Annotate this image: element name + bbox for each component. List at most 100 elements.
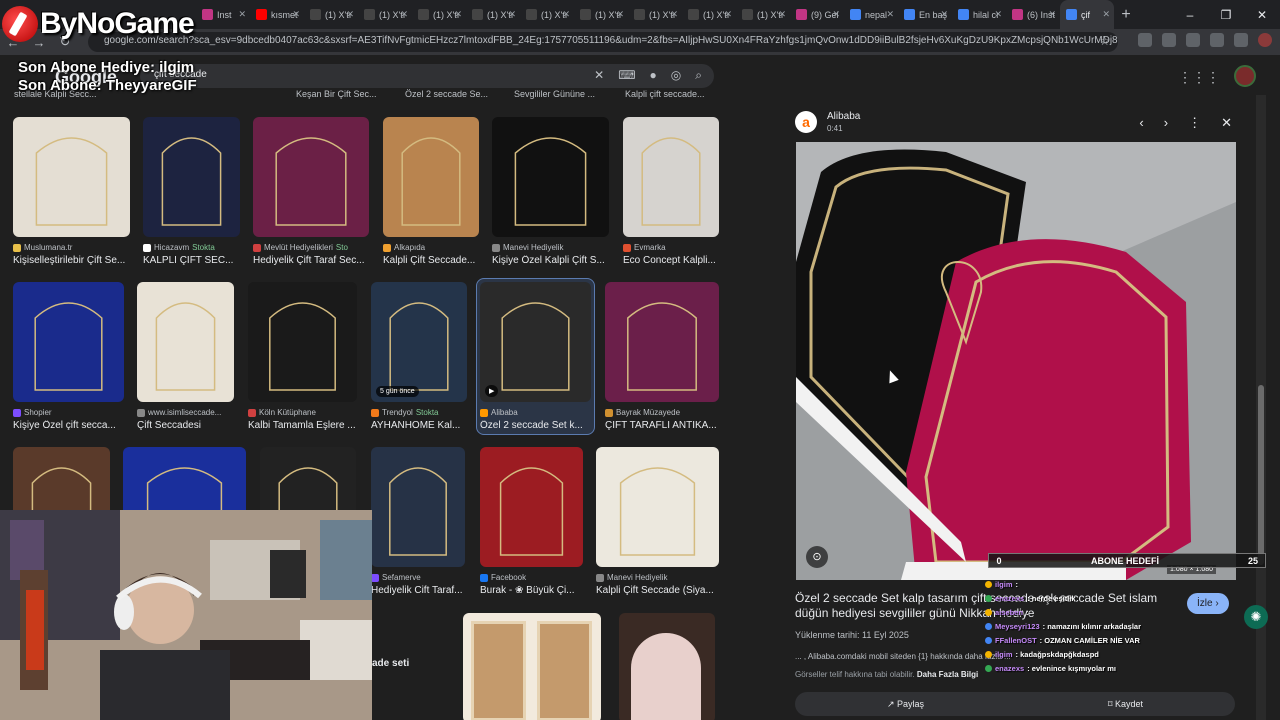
browser-tab[interactable]: (6) Inst ✕ <box>1006 0 1060 29</box>
result-card[interactable]: Muslumana.tr Kişiselleştirilebir Çift Se.… <box>13 117 130 266</box>
result-title[interactable]: Kalpli Çift Seccade (Siya... <box>596 585 719 596</box>
result-thumbnail[interactable] <box>463 613 601 720</box>
result-card[interactable]: Manevi Hediyelik Kişiye Özel Kalpli Çift … <box>492 117 609 266</box>
watch-button[interactable]: İzle › <box>1187 593 1229 614</box>
result-card[interactable]: Mevlüt Hediyelikleri Sto Hediyelik Çift Ta… <box>253 117 369 266</box>
extension-icon[interactable] <box>1234 33 1248 47</box>
close-tab-icon[interactable]: ✕ <box>508 9 516 20</box>
browser-tab[interactable]: (1) X'tı ✕ <box>682 0 736 29</box>
lens-search-icon[interactable]: ⊙ <box>806 546 828 568</box>
result-card[interactable]: www.isimliseccade... Çift Seccadesi <box>137 282 234 431</box>
chatgpt-extension-icon[interactable]: ✺ <box>1244 605 1268 629</box>
result-title[interactable]: Eco Concept Kalpli... <box>623 255 719 266</box>
close-tab-icon[interactable]: ✕ <box>562 9 570 20</box>
result-title[interactable]: ade seti <box>372 658 409 669</box>
preview-image[interactable]: ⊙ 1.080 × 1.080 <box>796 142 1236 580</box>
browser-tab[interactable]: En baş ✕ <box>898 0 952 29</box>
browser-tab[interactable]: (1) X'tı ✕ <box>520 0 574 29</box>
result-thumbnail[interactable] <box>13 282 124 402</box>
result-thumbnail[interactable] <box>605 282 719 402</box>
result-title[interactable]: Kalbi Tamamla Eşlere ... <box>248 420 357 431</box>
result-title[interactable]: Kişiselleştirilebir Çift Se... <box>13 255 130 266</box>
result-title[interactable]: Keşan Bir Çift Sec... <box>296 89 377 99</box>
result-title[interactable]: Özel 2 seccade Set k... <box>480 420 591 431</box>
result-card[interactable]: Alkapıda Kalpli Çift Seccade... <box>383 117 479 266</box>
result-card[interactable]: Bayrak Müzayede ÇİFT TARAFLI ANTİKA... <box>605 282 719 431</box>
next-icon[interactable]: › <box>1164 115 1168 131</box>
close-tab-icon[interactable]: ✕ <box>346 9 354 20</box>
keyboard-icon[interactable]: ⌨ <box>618 68 635 83</box>
result-thumbnail[interactable] <box>623 117 719 237</box>
result-title[interactable]: Kişiye Özel çift secca... <box>13 420 124 431</box>
result-source[interactable]: Muslumana.tr <box>13 243 130 252</box>
previous-icon[interactable]: ‹ <box>1139 115 1143 131</box>
close-window-icon[interactable]: ✕ <box>1244 8 1280 22</box>
result-source[interactable]: Bayrak Müzayede <box>605 408 719 417</box>
browser-tab[interactable]: (1) X'tı ✕ <box>358 0 412 29</box>
result-thumbnail[interactable] <box>492 117 609 237</box>
result-source[interactable]: Facebook <box>480 573 583 582</box>
result-card[interactable]: Facebook Burak - ❀ Büyük Çi... <box>480 447 583 596</box>
result-title[interactable]: Özel 2 seccade Se... <box>405 89 488 99</box>
close-tab-icon[interactable]: ✕ <box>832 9 840 20</box>
result-source[interactable]: Hicazavm Stokta <box>143 243 240 252</box>
microphone-icon[interactable]: ● <box>650 68 657 83</box>
result-thumbnail[interactable] <box>13 117 130 237</box>
result-thumbnail[interactable]: ▶ <box>480 282 591 402</box>
learn-more-link[interactable]: Daha Fazla Bilgi <box>917 670 978 679</box>
browser-tab[interactable]: Inst ✕ <box>196 0 250 29</box>
result-title[interactable]: Burak - ❀ Büyük Çi... <box>480 585 583 596</box>
result-title[interactable]: Çift Seccadesi <box>137 420 234 431</box>
result-thumbnail[interactable] <box>619 613 715 720</box>
browser-tab[interactable]: (1) X'tı ✕ <box>574 0 628 29</box>
result-source[interactable]: Mevlüt Hediyelikleri Sto <box>253 243 369 252</box>
google-apps-icon[interactable]: ⋮⋮⋮ <box>1178 69 1220 86</box>
address-bar[interactable]: google.com/search?sca_esv=9dbcedb0407ac6… <box>88 32 1118 52</box>
result-thumbnail[interactable] <box>253 117 369 237</box>
result-source[interactable]: Manevi Hediyelik <box>596 573 719 582</box>
browser-tab[interactable]: (1) X'tı ✕ <box>304 0 358 29</box>
close-tab-icon[interactable]: ✕ <box>616 9 624 20</box>
result-source[interactable]: Sefamerve <box>371 573 465 582</box>
clear-icon[interactable]: ✕ <box>594 68 604 83</box>
browser-tab[interactable]: hilal cı ✕ <box>952 0 1006 29</box>
close-tab-icon[interactable]: ✕ <box>778 9 786 20</box>
browser-tab[interactable]: kısmet ✕ <box>250 0 304 29</box>
close-tab-icon[interactable]: ✕ <box>1102 9 1110 20</box>
search-icon[interactable]: ⌕ <box>695 68 702 83</box>
result-source[interactable]: Evmarka <box>623 243 719 252</box>
close-tab-icon[interactable]: ✕ <box>994 9 1002 20</box>
result-card[interactable]: Hicazavm Stokta KALPLİ ÇİFT SEC... <box>143 117 240 266</box>
browser-tab[interactable]: nepal ✕ <box>844 0 898 29</box>
new-tab-button[interactable]: + <box>1114 6 1138 24</box>
save-button[interactable]: ⌑ Kaydet <box>1108 699 1143 710</box>
result-title[interactable]: Kişiye Özel Kalpli Çift S... <box>492 255 609 266</box>
result-source[interactable]: Trendyol Stokta <box>371 408 467 417</box>
more-options-icon[interactable]: ⋮ <box>1188 115 1201 131</box>
result-card[interactable]: 5 gün önce Trendyol Stokta AYHANHOME Kal... <box>371 282 467 431</box>
close-tab-icon[interactable]: ✕ <box>886 9 894 20</box>
close-icon[interactable]: ✕ <box>1221 115 1232 131</box>
maximize-icon[interactable]: ❐ <box>1208 8 1244 22</box>
close-tab-icon[interactable]: ✕ <box>940 9 948 20</box>
result-title[interactable]: KALPLİ ÇİFT SEC... <box>143 255 240 266</box>
result-title[interactable]: Sevgililer Gününe ... <box>514 89 595 99</box>
close-tab-icon[interactable]: ✕ <box>1048 9 1056 20</box>
result-source[interactable]: Shopier <box>13 408 124 417</box>
result-card[interactable]: Shopier Kişiye Özel çift secca... <box>13 282 124 431</box>
result-thumbnail[interactable]: 5 gün önce <box>371 282 467 402</box>
result-source[interactable]: Alkapıda <box>383 243 479 252</box>
result-card[interactable]: Manevi Hediyelik Kalpli Çift Seccade (Siy… <box>596 447 719 596</box>
result-card[interactable]: Köln Kütüphane Kalbi Tamamla Eşlere ... <box>248 282 357 431</box>
minimize-icon[interactable]: – <box>1172 8 1208 22</box>
close-tab-icon[interactable]: ✕ <box>454 9 462 20</box>
result-thumbnail[interactable] <box>371 447 465 567</box>
close-tab-icon[interactable]: ✕ <box>724 9 732 20</box>
browser-tab[interactable]: (9) Gel ✕ <box>790 0 844 29</box>
panel-source[interactable]: a Alibaba 0:41 <box>795 111 860 133</box>
result-source[interactable]: Köln Kütüphane <box>248 408 357 417</box>
browser-tab[interactable]: (1) X'tı ✕ <box>736 0 790 29</box>
browser-tab[interactable]: (1) X'tı ✕ <box>466 0 520 29</box>
result-source[interactable]: Alibaba <box>480 408 591 417</box>
result-thumbnail[interactable] <box>596 447 719 567</box>
